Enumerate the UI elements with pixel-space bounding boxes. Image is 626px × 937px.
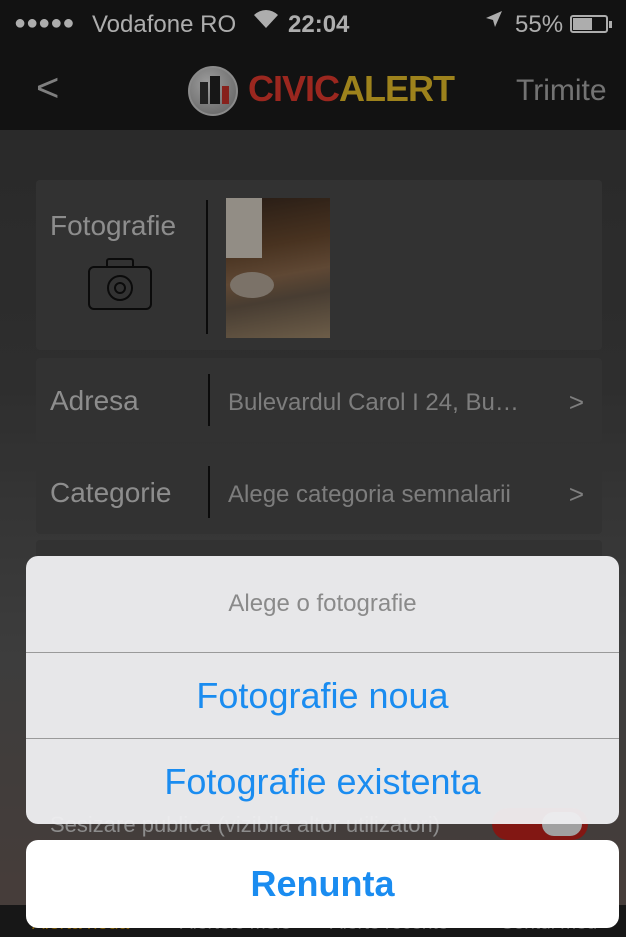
action-sheet-title: Alege o fotografie bbox=[228, 590, 417, 617]
cancel-button[interactable]: Renunta bbox=[26, 840, 619, 928]
action-sheet: Alege o fotografie Fotografie noua Fotog… bbox=[26, 556, 619, 824]
new-photo-button[interactable]: Fotografie noua bbox=[26, 653, 619, 739]
existing-photo-button[interactable]: Fotografie existenta bbox=[26, 739, 619, 824]
